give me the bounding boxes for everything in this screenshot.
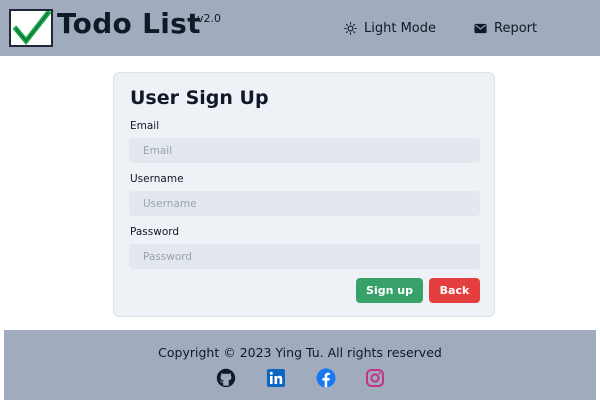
sun-icon: [344, 22, 357, 35]
email-field[interactable]: [129, 138, 480, 163]
report-link[interactable]: Report: [474, 21, 537, 36]
report-label: Report: [494, 21, 538, 36]
signup-button[interactable]: Sign up: [356, 278, 423, 303]
back-button[interactable]: Back: [429, 278, 480, 303]
password-field[interactable]: [129, 244, 480, 269]
instagram-icon[interactable]: [365, 368, 385, 388]
username-label: Username: [130, 173, 184, 185]
email-label: Email: [130, 120, 160, 132]
light-mode-toggle[interactable]: Light Mode: [344, 21, 436, 36]
checkmark-icon: [13, 11, 51, 45]
username-field[interactable]: [129, 191, 480, 216]
password-label: Password: [130, 226, 180, 238]
logo-checkbox-icon[interactable]: [9, 9, 53, 47]
facebook-icon[interactable]: [316, 368, 336, 388]
header: Todo List v2.0 Light Mode Report: [0, 0, 600, 56]
signup-card: User Sign Up Email Username Password Sig…: [113, 72, 495, 317]
app-title[interactable]: Todo List: [57, 7, 201, 40]
page-title: User Sign Up: [130, 87, 269, 109]
copyright-text: Copyright © 2023 Ying Tu. All rights res…: [158, 345, 442, 360]
github-icon[interactable]: [216, 368, 236, 388]
envelope-icon: [474, 23, 487, 34]
version-badge: v2.0: [197, 12, 222, 25]
linkedin-icon[interactable]: [266, 368, 286, 388]
light-mode-label: Light Mode: [364, 21, 436, 36]
footer: Copyright © 2023 Ying Tu. All rights res…: [4, 330, 596, 400]
